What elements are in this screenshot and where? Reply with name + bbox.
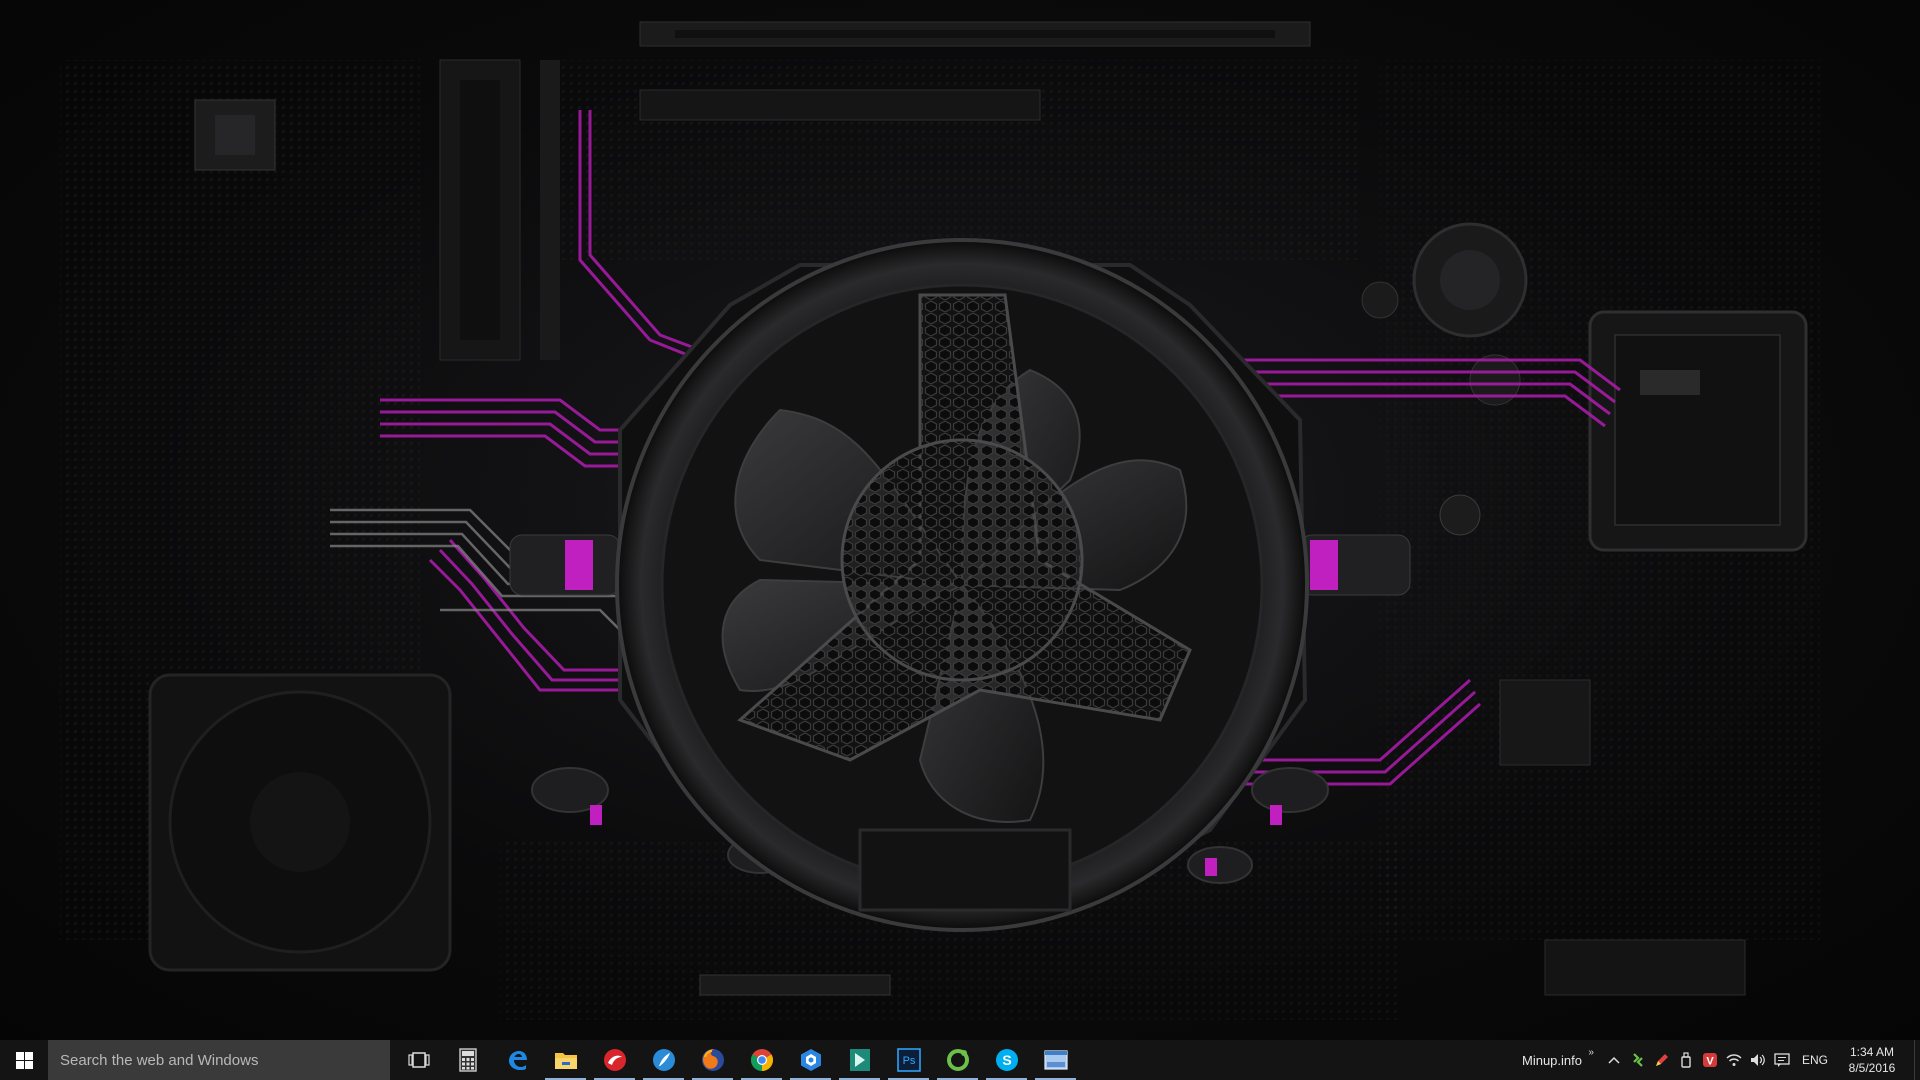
calculator-icon bbox=[458, 1048, 477, 1072]
clock-time: 1:34 AM bbox=[1849, 1045, 1895, 1059]
tray-vivaldi[interactable]: V bbox=[1698, 1040, 1722, 1080]
calculator-button[interactable] bbox=[443, 1040, 492, 1080]
system-tray: Minup.info » V ENG 1:34 AM 8/5/2016 bbox=[1522, 1040, 1920, 1080]
edge-icon bbox=[508, 1051, 527, 1070]
app-red-button[interactable] bbox=[590, 1040, 639, 1080]
search-input[interactable] bbox=[60, 1051, 390, 1069]
chrome-button[interactable] bbox=[737, 1040, 786, 1080]
file-explorer-button[interactable] bbox=[541, 1040, 590, 1080]
windows-logo-icon bbox=[15, 1051, 33, 1069]
red-swirl-icon bbox=[603, 1049, 626, 1071]
blue-hexagon-icon bbox=[800, 1049, 821, 1071]
window-icon bbox=[1043, 1050, 1068, 1070]
usb-icon bbox=[1681, 1052, 1691, 1068]
network-share-icon bbox=[1633, 1053, 1643, 1067]
firefox-icon bbox=[701, 1049, 724, 1071]
tray-volume[interactable] bbox=[1746, 1040, 1770, 1080]
photoshop-button[interactable]: Ps bbox=[884, 1040, 933, 1080]
clock[interactable]: 1:34 AM 8/5/2016 bbox=[1836, 1044, 1908, 1076]
pen-icon bbox=[1655, 1054, 1668, 1066]
skype-icon: S bbox=[995, 1049, 1018, 1071]
chrome-icon bbox=[750, 1049, 773, 1071]
tray-network-share[interactable] bbox=[1626, 1040, 1650, 1080]
task-view-button[interactable] bbox=[394, 1040, 443, 1080]
photoshop-label: Ps bbox=[902, 1055, 915, 1067]
wallpaper bbox=[60, 21, 1820, 1020]
task-view-icon bbox=[407, 1052, 430, 1068]
tray-wifi[interactable] bbox=[1722, 1040, 1746, 1080]
folder-icon bbox=[554, 1053, 577, 1069]
blue-feather-icon bbox=[652, 1049, 675, 1071]
show-desktop-button[interactable] bbox=[1914, 1040, 1920, 1080]
search-box[interactable] bbox=[48, 1040, 390, 1080]
app-hex-button[interactable] bbox=[786, 1040, 835, 1080]
clock-date: 8/5/2016 bbox=[1848, 1061, 1896, 1075]
taskbar-apps: Ps S bbox=[394, 1040, 1080, 1080]
app-green-button[interactable] bbox=[933, 1040, 982, 1080]
wifi-icon bbox=[1726, 1054, 1742, 1066]
taskbar: Ps S Minup.info » bbox=[0, 1040, 1920, 1080]
start-button[interactable] bbox=[0, 1040, 48, 1080]
volume-icon bbox=[1750, 1054, 1765, 1066]
toolbar-chevron-icon: » bbox=[1588, 1046, 1594, 1058]
vivaldi-icon: V bbox=[1702, 1053, 1717, 1068]
teal-arrow-icon bbox=[849, 1049, 870, 1071]
show-hidden-icons-button[interactable] bbox=[1602, 1040, 1626, 1080]
tray-usb[interactable] bbox=[1674, 1040, 1698, 1080]
app-window-button[interactable] bbox=[1031, 1040, 1080, 1080]
firefox-button[interactable] bbox=[688, 1040, 737, 1080]
vivaldi-label: V bbox=[1706, 1056, 1714, 1068]
chevron-up-icon bbox=[1608, 1056, 1620, 1064]
toolbar-label: Minup.info bbox=[1522, 1052, 1582, 1068]
edge-button[interactable] bbox=[492, 1040, 541, 1080]
tray-pen[interactable] bbox=[1650, 1040, 1674, 1080]
input-language[interactable]: ENG bbox=[1794, 1053, 1836, 1067]
app-blue-button[interactable] bbox=[639, 1040, 688, 1080]
skype-button[interactable]: S bbox=[982, 1040, 1031, 1080]
green-ring-icon bbox=[946, 1049, 969, 1071]
notifications-icon bbox=[1774, 1053, 1790, 1067]
skype-label: S bbox=[1002, 1052, 1011, 1068]
toolbar-minup[interactable]: Minup.info » bbox=[1522, 1047, 1594, 1068]
photoshop-icon: Ps bbox=[896, 1048, 921, 1072]
tray-notifications[interactable] bbox=[1770, 1040, 1794, 1080]
app-teal-button[interactable] bbox=[835, 1040, 884, 1080]
desktop[interactable] bbox=[0, 0, 1920, 1040]
